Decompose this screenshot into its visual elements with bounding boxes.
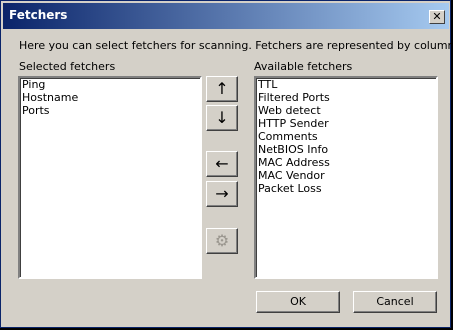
gear-icon: ⚙ xyxy=(214,231,230,250)
arrow-up-icon: ↑ xyxy=(215,79,229,98)
list-item[interactable]: Web detect xyxy=(256,104,436,117)
list-item[interactable]: NetBIOS Info xyxy=(256,143,436,156)
move-down-button[interactable]: ↓ xyxy=(206,105,238,131)
fetchers-dialog: Fetchers ✕ Here you can select fetchers … xyxy=(0,0,453,328)
cancel-button-label: Cancel xyxy=(376,295,414,308)
description-text: Here you can select fetchers for scannin… xyxy=(19,39,453,52)
list-item[interactable]: Ping xyxy=(20,78,200,91)
window-title: Fetchers xyxy=(9,8,68,22)
ok-button-label: OK xyxy=(290,295,306,308)
close-icon: ✕ xyxy=(432,10,442,23)
list-item[interactable]: HTTP Sender xyxy=(256,117,436,130)
move-up-button[interactable]: ↑ xyxy=(206,76,238,102)
available-fetchers-label: Available fetchers xyxy=(254,60,353,73)
ok-button[interactable]: OK xyxy=(256,291,340,313)
arrow-right-icon: → xyxy=(215,184,229,203)
remove-fetcher-button[interactable]: ← xyxy=(206,151,238,177)
list-item[interactable]: Filtered Ports xyxy=(256,91,436,104)
add-fetcher-button[interactable]: → xyxy=(206,181,238,207)
list-item[interactable]: MAC Vendor xyxy=(256,169,436,182)
arrow-down-icon: ↓ xyxy=(215,108,229,127)
list-item[interactable]: TTL xyxy=(256,78,436,91)
selected-fetchers-list[interactable]: Ping Hostname Ports xyxy=(18,76,202,279)
fetcher-preferences-button[interactable]: ⚙ xyxy=(206,228,238,254)
selected-fetchers-label: Selected fetchers xyxy=(19,60,116,73)
close-button[interactable]: ✕ xyxy=(429,10,445,24)
list-item[interactable]: Hostname xyxy=(20,91,200,104)
available-fetchers-list[interactable]: TTL Filtered Ports Web detect HTTP Sende… xyxy=(254,76,438,279)
arrow-left-icon: ← xyxy=(215,154,229,173)
list-item[interactable]: Comments xyxy=(256,130,436,143)
list-item[interactable]: Packet Loss xyxy=(256,182,436,195)
list-item[interactable]: Ports xyxy=(20,104,200,117)
title-bar: Fetchers ✕ xyxy=(3,3,449,29)
list-item[interactable]: MAC Address xyxy=(256,156,436,169)
cancel-button[interactable]: Cancel xyxy=(353,291,437,313)
